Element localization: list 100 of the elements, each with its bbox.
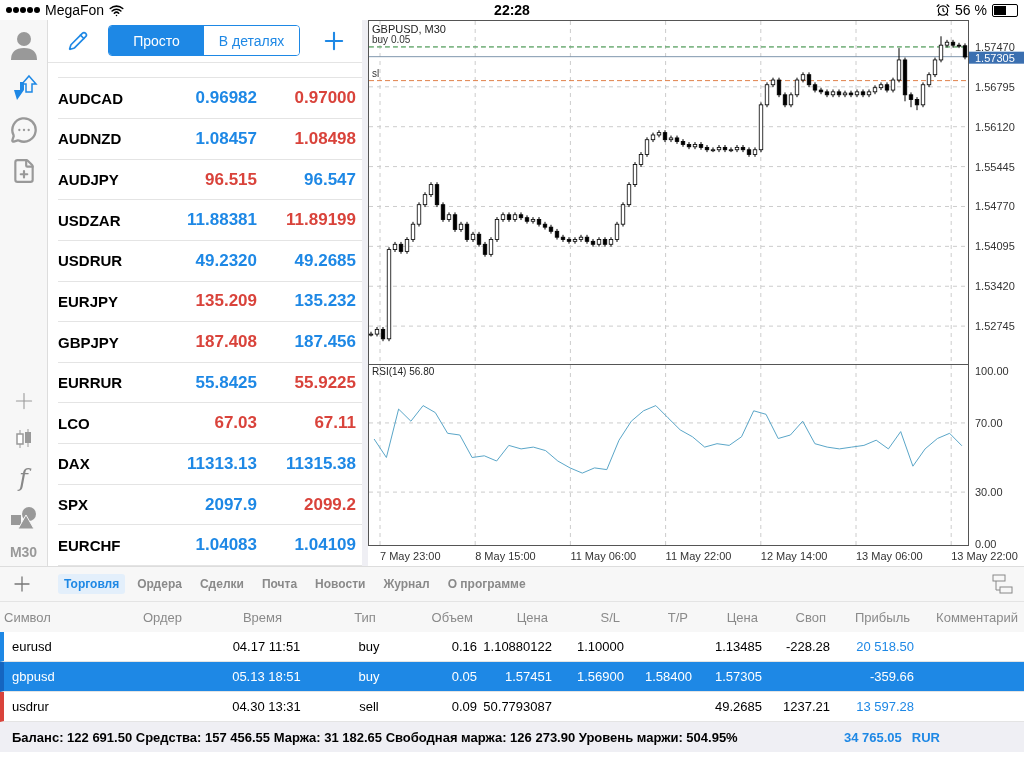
symbol-name[interactable]: EURRUR: [58, 374, 148, 392]
edit-button[interactable]: [68, 30, 88, 51]
axis-label: 1.54095: [975, 240, 1015, 253]
column-header[interactable]: S/L: [550, 609, 622, 625]
battery-icon: [992, 3, 1018, 17]
column-header[interactable]: Ордер: [110, 609, 215, 625]
bid-price[interactable]: 187.408: [148, 332, 257, 353]
axis-label: 1.54770: [975, 200, 1015, 213]
table-cell-text: buy: [357, 639, 381, 654]
ask-price[interactable]: 11315.38: [257, 453, 356, 474]
symbol-name[interactable]: AUDCAD: [58, 89, 148, 107]
symbol-name[interactable]: AUDJPY: [58, 171, 148, 189]
bid-price[interactable]: 2097.9: [148, 494, 257, 515]
ref-line-label: 1.57305: [975, 51, 1015, 64]
chat-icon[interactable]: [9, 116, 38, 144]
axis-label: 1.56795: [975, 80, 1015, 93]
axis-label: 1.55445: [975, 160, 1015, 173]
column-header[interactable]: Своп: [760, 609, 828, 625]
bid-price[interactable]: 0.96982: [148, 88, 257, 109]
carrier-name: MegaFon: [45, 2, 105, 18]
axis-label: 100.00: [975, 365, 1009, 378]
column-header[interactable]: Время: [215, 609, 310, 625]
ask-price[interactable]: 2099.2: [257, 494, 356, 515]
terminal-tab[interactable]: Новости: [309, 574, 372, 594]
table-cell-text: 04.17 11:51: [231, 639, 302, 654]
table-cell-text: 1.56900: [576, 669, 625, 684]
symbol-name[interactable]: AUDNZD: [58, 130, 148, 148]
table-cell-text: buy: [357, 669, 381, 684]
column-header[interactable]: Тип: [310, 609, 420, 625]
position-row[interactable]: gbpusd 05.13 18:51 buy 0.05 1.57451 1.56900 1.58400 1.57305 -359.66: [0, 662, 1024, 692]
ask-price[interactable]: 187.456: [257, 332, 356, 353]
symbol-name[interactable]: LCO: [58, 414, 148, 432]
table-cell-text: 0.16: [450, 639, 478, 654]
terminal-tab[interactable]: О программе: [441, 574, 532, 594]
axis-label: 0.00: [975, 537, 997, 550]
view-mode-tab[interactable]: Просто: [109, 26, 204, 56]
table-cell-text: -359.66: [868, 669, 915, 684]
signal-icon: [6, 7, 40, 13]
bid-price[interactable]: 1.08457: [148, 128, 257, 149]
table-cell-text: 04.30 13:31: [231, 699, 302, 714]
ask-price[interactable]: 11.89199: [257, 210, 356, 231]
axis-label: 1.57470: [975, 40, 1015, 53]
candlestick-icon[interactable]: [13, 428, 34, 450]
column-header[interactable]: Объем: [420, 609, 475, 625]
column-header[interactable]: Цена: [690, 609, 760, 625]
bid-price[interactable]: 135.209: [148, 291, 257, 312]
ask-price[interactable]: 0.97000: [257, 88, 356, 109]
ask-price[interactable]: 1.04109: [257, 535, 356, 556]
terminal-tab[interactable]: Торговля: [58, 574, 126, 594]
table-cell-text: 0.05: [450, 669, 478, 684]
table-cell-text: 1.58400: [644, 669, 693, 684]
ask-price[interactable]: 135.232: [257, 291, 356, 312]
shapes-icon[interactable]: [9, 506, 38, 530]
table-cell-text: usdrur: [11, 699, 50, 714]
terminal-tab[interactable]: Почта: [255, 574, 304, 594]
symbol-name[interactable]: USDZAR: [58, 211, 148, 229]
column-header[interactable]: Комментарий: [912, 609, 1020, 625]
terminal-tab[interactable]: Журнал: [377, 574, 436, 594]
ask-price[interactable]: 55.9225: [257, 372, 356, 393]
timeframe-button[interactable]: M30: [9, 544, 38, 560]
column-header[interactable]: Прибыль: [828, 609, 912, 625]
symbol-name[interactable]: SPX: [58, 496, 148, 514]
bid-price[interactable]: 55.8425: [148, 372, 257, 393]
time-label: 11 May 06:00: [570, 550, 637, 562]
symbol-name[interactable]: USDRUR: [58, 252, 148, 270]
table-cell-text: eurusd: [11, 639, 53, 654]
bid-price[interactable]: 11.88381: [148, 210, 257, 231]
axis-label: 1.56120: [975, 120, 1015, 133]
symbol-name[interactable]: GBPJPY: [58, 333, 148, 351]
ask-price[interactable]: 1.08498: [257, 128, 356, 149]
terminal-tab[interactable]: Сделки: [193, 574, 250, 594]
table-cell-text: 13 597.28: [855, 699, 915, 714]
table-cell-text: gbpusd: [11, 669, 56, 684]
column-header[interactable]: Символ: [0, 609, 110, 625]
table-cell-text: 50.7793087: [482, 699, 553, 714]
symbol-name[interactable]: DAX: [58, 455, 148, 473]
avatar-icon[interactable]: [9, 30, 38, 60]
bid-price[interactable]: 1.04083: [148, 535, 257, 556]
time-label: 7 May 23:00: [380, 550, 441, 562]
layout-icon[interactable]: [992, 574, 1014, 594]
bid-price[interactable]: 67.03: [148, 413, 257, 434]
symbol-name[interactable]: EURCHF: [58, 536, 148, 554]
bid-price[interactable]: 96.515: [148, 169, 257, 190]
table-cell-text: 1.10880122: [482, 639, 553, 654]
bid-price[interactable]: 49.2320: [148, 250, 257, 271]
ask-price[interactable]: 49.2685: [257, 250, 356, 271]
ask-price[interactable]: 67.11: [257, 413, 356, 434]
ask-price[interactable]: 96.547: [257, 169, 356, 190]
column-header[interactable]: T/P: [622, 609, 690, 625]
level-label: sl: [372, 67, 380, 79]
table-cell-text: 1.13485: [714, 639, 763, 654]
position-row[interactable]: eurusd 04.17 11:51 buy 0.16 1.10880122 1.10000 1.13485 -228.28 20 518.50: [0, 632, 1024, 662]
column-header[interactable]: Цена: [475, 609, 550, 625]
time-label: 11 May 22:00: [665, 550, 732, 562]
table-cell-text: 1.10000: [576, 639, 625, 654]
position-row[interactable]: usdrur 04.30 13:31 sell 0.09 50.7793087 49.2685 1237.21 13 597.28: [0, 692, 1024, 722]
battery-percent: 56 %: [955, 2, 987, 18]
symbol-name[interactable]: EURJPY: [58, 292, 148, 310]
bid-price[interactable]: 11313.13: [148, 453, 257, 474]
terminal-tab[interactable]: Ордера: [131, 574, 188, 594]
